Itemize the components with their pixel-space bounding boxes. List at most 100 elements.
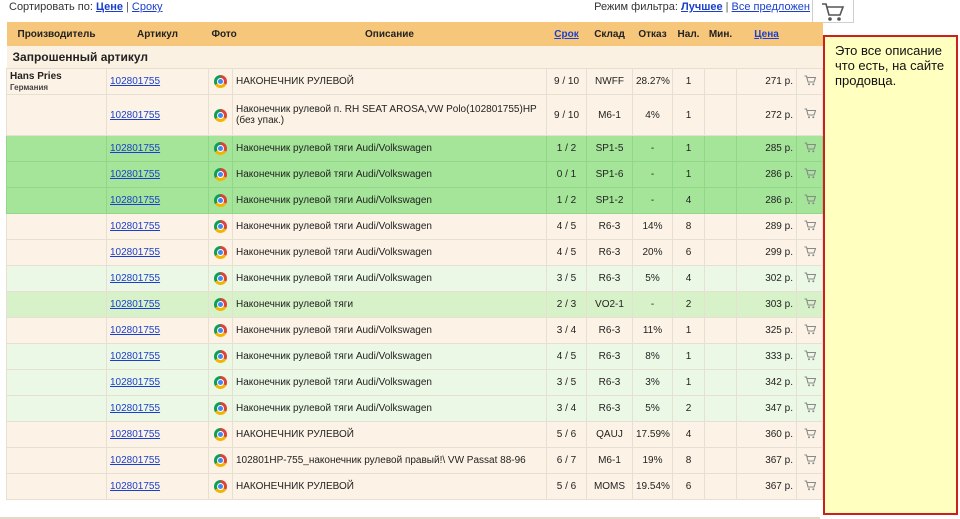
sort-by-price-link[interactable]: Цене [96,1,123,13]
article-link[interactable]: 102801755 [110,273,160,284]
article-cell: 102801755 [106,421,209,448]
add-to-cart-icon[interactable] [804,245,816,260]
description-cell: Наконечник рулевой тяги [232,291,547,318]
min-cell [704,291,737,318]
article-link[interactable]: 102801755 [110,169,160,180]
warehouse-cell: SP1-6 [586,161,633,188]
chrome-photo-icon[interactable] [214,142,227,155]
article-link[interactable]: 102801755 [110,110,160,121]
chrome-photo-icon[interactable] [214,168,227,181]
availability-cell: 1 [672,343,705,370]
article-link[interactable]: 102801755 [110,76,160,87]
article-cell: 102801755 [106,94,209,136]
article-link[interactable]: 102801755 [110,221,160,232]
add-to-cart-icon[interactable] [804,479,816,494]
add-to-cart-icon[interactable] [804,323,816,338]
add-to-cart-icon[interactable] [804,349,816,364]
cart-cell [796,213,823,240]
sort-by-term-link[interactable]: Сроку [132,1,163,13]
article-link[interactable]: 102801755 [110,247,160,258]
description-cell: Наконечник рулевой тяги Audi/Volkswagen [232,161,547,188]
col-warehouse: Склад [586,22,633,46]
chrome-photo-icon[interactable] [214,75,227,88]
refusal-cell: 28.27% [632,68,673,95]
chrome-photo-icon[interactable] [214,480,227,493]
description-cell: Наконечник рулевой тяги Audi/Volkswagen [232,395,547,422]
add-to-cart-icon[interactable] [804,193,816,208]
top-bar: Сортировать по: Цене | Сроку Режим фильтра… [0,0,820,18]
add-to-cart-icon[interactable] [804,427,816,442]
article-link[interactable]: 102801755 [110,429,160,440]
price-cell: 333 р. [736,343,797,370]
article-link[interactable]: 102801755 [110,195,160,206]
maker-cell [6,135,107,162]
add-to-cart-icon[interactable] [804,375,816,390]
add-to-cart-icon[interactable] [804,141,816,156]
description-cell: 102801HP-755_наконечник рулевой правый!\… [232,447,547,474]
article-link[interactable]: 102801755 [110,481,160,492]
filter-all-link[interactable]: Все предложен [732,1,810,13]
availability-cell: 4 [672,187,705,214]
add-to-cart-icon[interactable] [804,271,816,286]
chrome-photo-icon[interactable] [214,194,227,207]
chrome-photo-icon[interactable] [214,220,227,233]
add-to-cart-icon[interactable] [804,167,816,182]
article-link[interactable]: 102801755 [110,455,160,466]
description-cell: Наконечник рулевой тяги Audi/Volkswagen [232,265,547,292]
article-link[interactable]: 102801755 [110,377,160,388]
article-link[interactable]: 102801755 [110,325,160,336]
chrome-photo-icon[interactable] [214,246,227,259]
add-to-cart-icon[interactable] [804,297,816,312]
add-to-cart-icon[interactable] [804,108,816,122]
chrome-photo-icon[interactable] [214,428,227,441]
refusal-cell: 19% [632,447,673,474]
article-cell: 102801755 [106,473,209,500]
article-link[interactable]: 102801755 [110,403,160,414]
maker-cell [6,317,107,344]
chrome-photo-icon[interactable] [214,376,227,389]
availability-cell: 6 [672,239,705,266]
article-link[interactable]: 102801755 [110,299,160,310]
chrome-photo-icon[interactable] [214,272,227,285]
chrome-photo-icon[interactable] [214,350,227,363]
price-cell: 285 р. [736,135,797,162]
availability-cell: 1 [672,369,705,396]
table-row: 102801755 Наконечник рулевой тяги Audi/Vo… [6,213,823,240]
price-cell: 272 р. [736,94,797,136]
add-to-cart-icon[interactable] [804,219,816,234]
article-link[interactable]: 102801755 [110,143,160,154]
chrome-photo-icon[interactable] [214,402,227,415]
add-to-cart-icon[interactable] [804,74,816,89]
maker-cell [6,291,107,318]
term-cell: 4 / 5 [546,239,587,266]
filter-best-link[interactable]: Лучшее [681,1,723,13]
chrome-photo-icon[interactable] [214,108,227,122]
min-cell [704,213,737,240]
availability-cell: 1 [672,68,705,95]
chrome-photo-icon[interactable] [214,298,227,311]
photo-cell [208,187,233,214]
refusal-cell: 19.54% [632,473,673,500]
price-cell: 325 р. [736,317,797,344]
section-row: Запрошенный артикул [6,46,823,69]
table-row: 102801755 Наконечник рулевой тяги Audi/Vo… [6,343,823,370]
table-row: 102801755 Наконечник рулевой тяги Audi/Vo… [6,187,823,214]
article-link[interactable]: 102801755 [110,351,160,362]
col-cart [796,22,823,46]
add-to-cart-icon[interactable] [804,453,816,468]
article-cell: 102801755 [106,68,209,95]
shopping-cart-button[interactable] [812,0,854,23]
article-cell: 102801755 [106,187,209,214]
col-price-sort[interactable]: Цена [736,22,797,46]
price-cell: 367 р. [736,447,797,474]
chrome-photo-icon[interactable] [214,454,227,467]
col-term-sort[interactable]: Срок [546,22,587,46]
warehouse-cell: VO2-1 [586,291,633,318]
availability-cell: 1 [672,94,705,136]
maker-cell [6,369,107,396]
term-cell: 3 / 4 [546,317,587,344]
price-cell: 302 р. [736,265,797,292]
description-cell: НАКОНЕЧНИК РУЛЕВОЙ [232,473,547,500]
add-to-cart-icon[interactable] [804,401,816,416]
chrome-photo-icon[interactable] [214,324,227,337]
